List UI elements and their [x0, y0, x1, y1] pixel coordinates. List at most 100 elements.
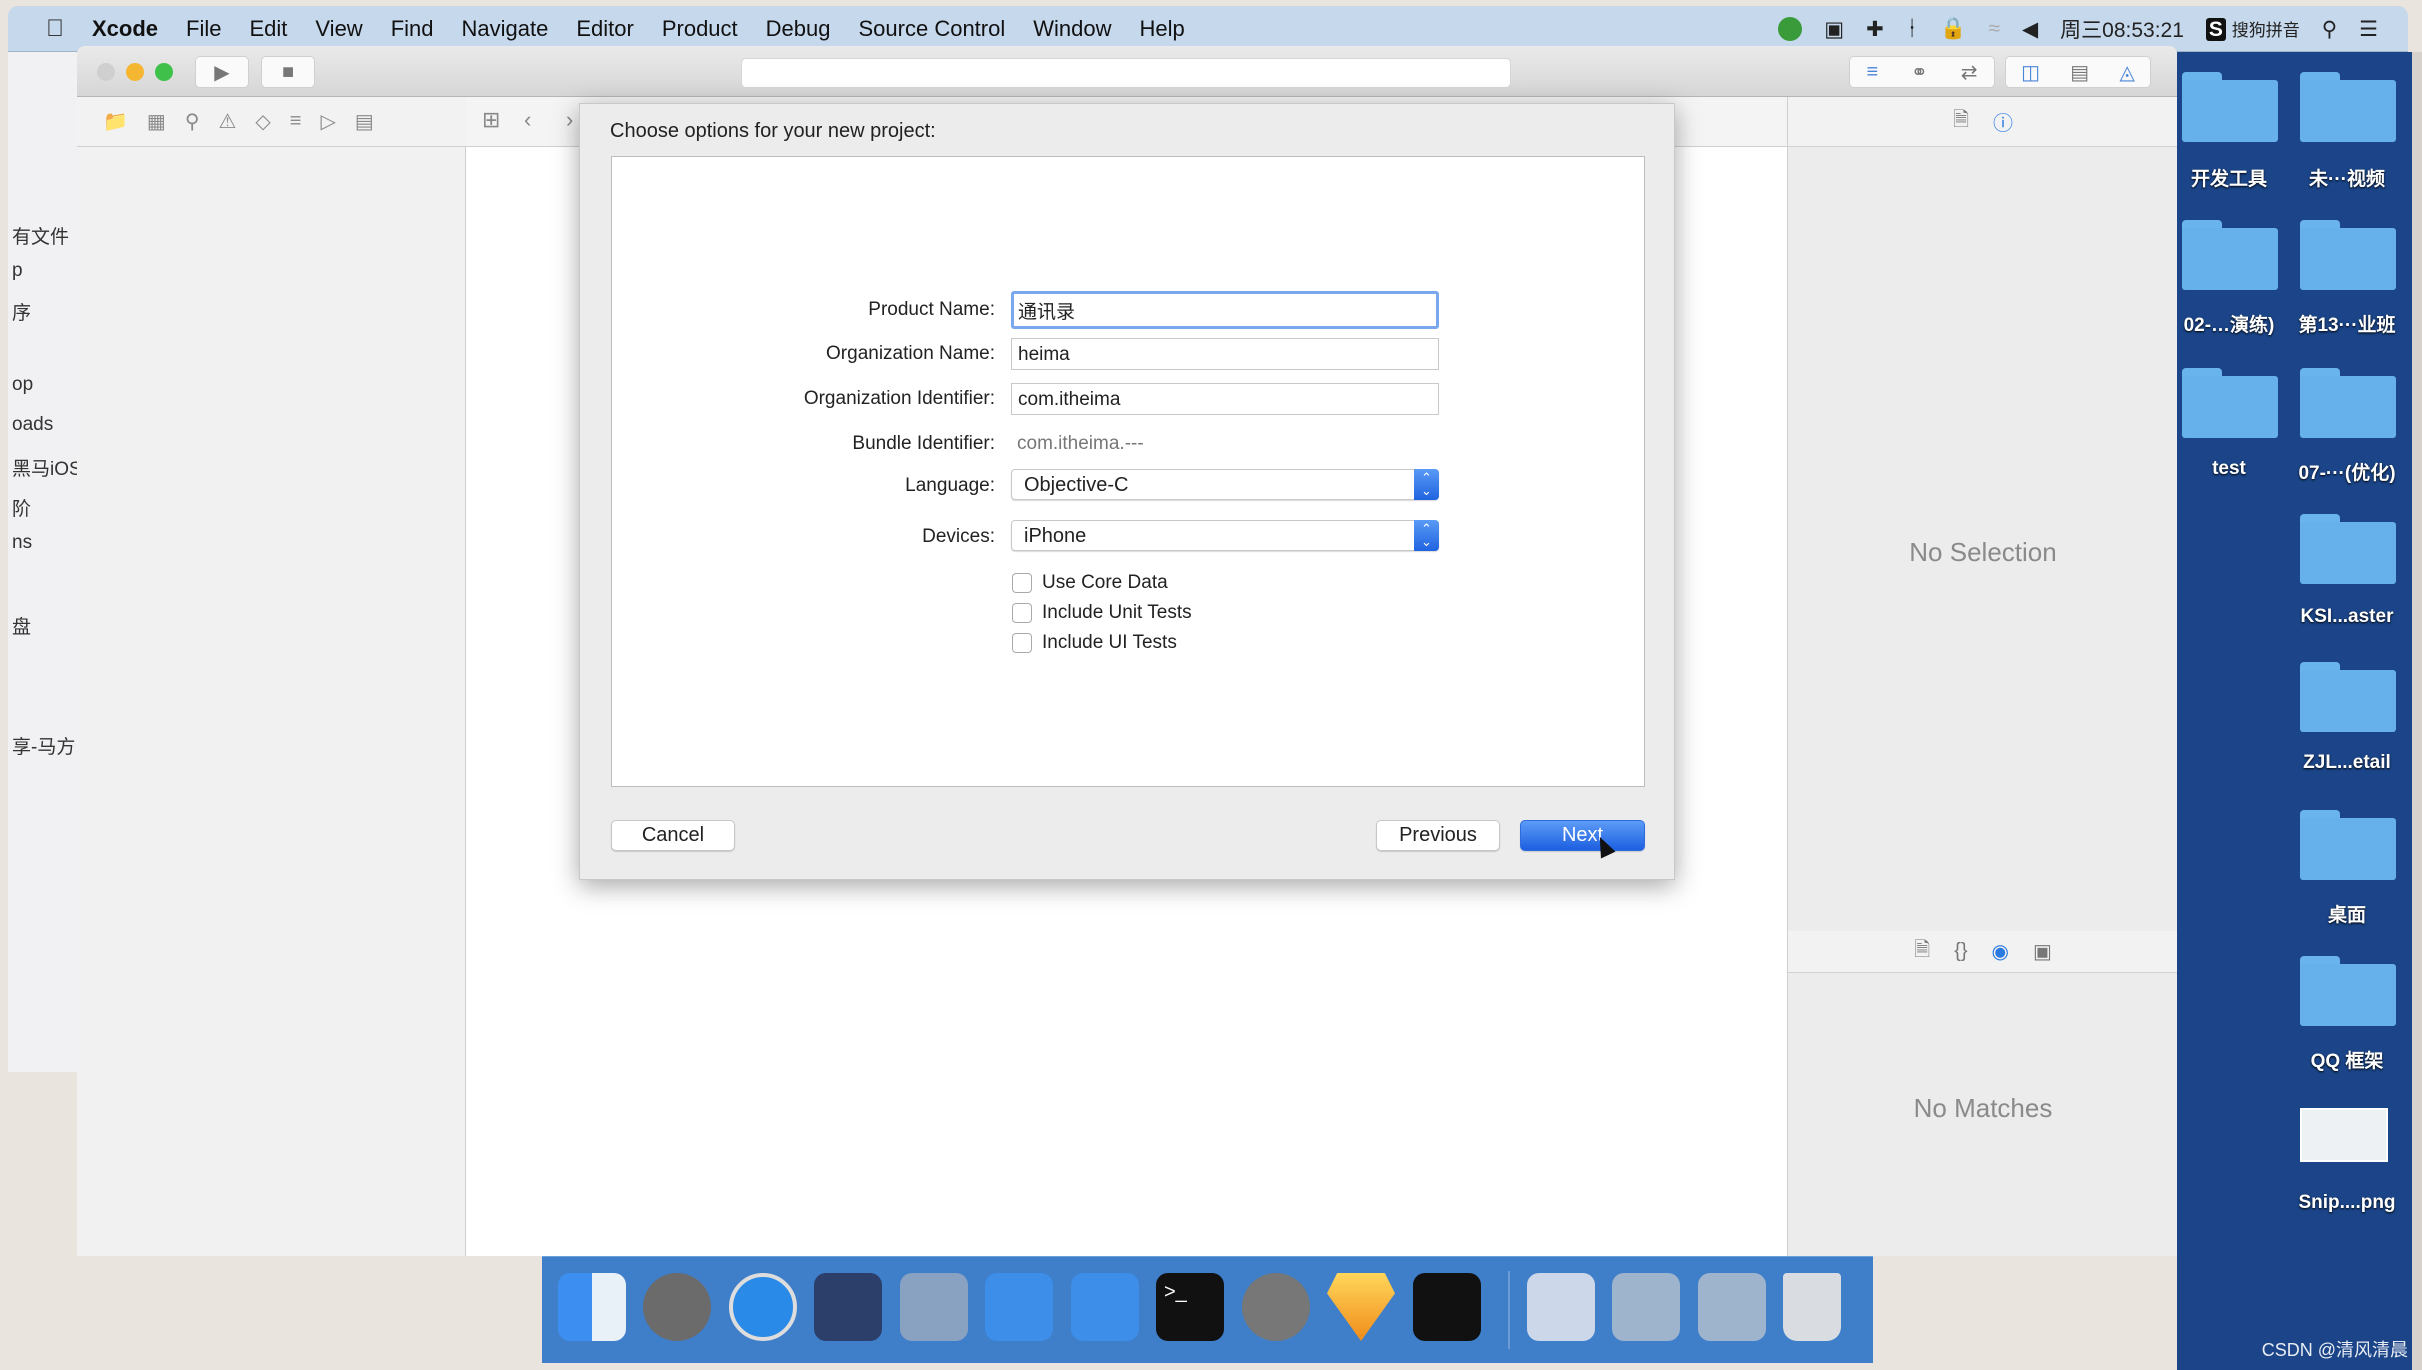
- cancel-button[interactable]: Cancel: [611, 820, 735, 851]
- zoom-button[interactable]: [155, 63, 173, 81]
- clock[interactable]: 周三08:53:21: [2060, 14, 2184, 44]
- screen-sharing-icon[interactable]: [1698, 1273, 1766, 1341]
- apple-menu-icon[interactable]: : [46, 15, 64, 43]
- app-status-icon[interactable]: [1778, 17, 1803, 41]
- project-navigator-icon[interactable]: 📁: [103, 109, 128, 134]
- report-navigator-icon[interactable]: ▤: [355, 109, 374, 134]
- simulator-icon[interactable]: [1071, 1273, 1139, 1341]
- finder-item[interactable]: p: [12, 260, 23, 282]
- include-unit-tests-checkbox[interactable]: Include Unit Tests: [1012, 602, 1192, 624]
- finder-item[interactable]: 享-马方: [12, 732, 75, 759]
- photo-theater-icon[interactable]: [900, 1273, 968, 1341]
- devices-select[interactable]: iPhone ⌃ ⌄: [1011, 520, 1439, 551]
- folder-label[interactable]: 开发工具: [2169, 164, 2289, 191]
- menu-debug[interactable]: Debug: [766, 16, 831, 42]
- folder-label[interactable]: test: [2169, 458, 2289, 480]
- folder-icon[interactable]: [2300, 220, 2396, 290]
- debug-navigator-icon[interactable]: ≡: [290, 110, 302, 133]
- safari-icon[interactable]: [729, 1273, 797, 1341]
- close-button[interactable]: [97, 63, 115, 81]
- minimize-button[interactable]: [126, 63, 144, 81]
- organization-name-input[interactable]: heima: [1011, 338, 1439, 370]
- folder-icon[interactable]: [2300, 368, 2396, 438]
- navigator-toggle-icon[interactable]: ◫: [2021, 60, 2040, 85]
- folder-label[interactable]: 第13···业班: [2287, 310, 2407, 337]
- screen-record-icon[interactable]: ▣: [1824, 17, 1844, 42]
- organization-identifier-input[interactable]: com.itheima: [1011, 383, 1439, 415]
- folder-icon[interactable]: [2182, 72, 2278, 142]
- media-library-icon[interactable]: ▣: [2033, 939, 2052, 964]
- finder-item[interactable]: oads: [12, 414, 53, 436]
- breakpoint-navigator-icon[interactable]: ▷: [320, 109, 335, 134]
- utilities-toggle-icon[interactable]: ◬: [2119, 60, 2134, 85]
- menu-navigate[interactable]: Navigate: [462, 16, 549, 42]
- folder-icon[interactable]: [2300, 810, 2396, 880]
- sketch-icon[interactable]: [1327, 1273, 1395, 1341]
- lock-icon[interactable]: 🔒: [1940, 17, 1966, 41]
- standard-editor-icon[interactable]: ≡: [1866, 61, 1878, 84]
- test-navigator-icon[interactable]: ◇: [255, 109, 270, 134]
- folder-label[interactable]: 02-…演练): [2169, 310, 2289, 337]
- finder-item[interactable]: 黑马iOS: [12, 454, 82, 481]
- folder-label[interactable]: ZJL...etail: [2287, 752, 2407, 774]
- stop-button[interactable]: ■: [261, 56, 315, 88]
- assistant-editor-icon[interactable]: ⚭: [1911, 60, 1928, 85]
- folder-label[interactable]: 07-···(优化): [2287, 458, 2407, 485]
- back-icon[interactable]: ‹: [524, 107, 531, 133]
- language-select[interactable]: Objective-C ⌃ ⌄: [1011, 469, 1439, 500]
- trash-icon[interactable]: [1783, 1273, 1841, 1341]
- next-button[interactable]: Next: [1520, 820, 1645, 851]
- image-file-icon[interactable]: [2300, 1108, 2388, 1162]
- finder-item[interactable]: op: [12, 374, 33, 396]
- menu-source-control[interactable]: Source Control: [859, 16, 1006, 42]
- product-name-input[interactable]: 通讯录: [1011, 291, 1439, 329]
- file-label[interactable]: Snip....png: [2287, 1192, 2407, 1214]
- console-icon[interactable]: [1413, 1273, 1481, 1341]
- system-preferences-icon[interactable]: [1242, 1273, 1310, 1341]
- launchpad-icon[interactable]: [643, 1273, 711, 1341]
- folder-label[interactable]: 未···视频: [2287, 164, 2407, 191]
- menu-editor[interactable]: Editor: [576, 16, 633, 42]
- forward-icon[interactable]: ›: [566, 107, 573, 133]
- xcode-icon[interactable]: [985, 1273, 1053, 1341]
- menu-app[interactable]: Xcode: [92, 16, 158, 42]
- finder-item[interactable]: 序: [12, 298, 31, 325]
- symbol-navigator-icon[interactable]: ▦: [147, 109, 166, 134]
- terminal-icon[interactable]: >_: [1156, 1273, 1224, 1341]
- finder-icon[interactable]: [558, 1273, 626, 1341]
- file-template-library-icon[interactable]: 🗎: [1914, 935, 1930, 969]
- folder-icon[interactable]: [2300, 514, 2396, 584]
- menu-edit[interactable]: Edit: [249, 16, 287, 42]
- previous-button[interactable]: Previous: [1376, 820, 1500, 851]
- file-inspector-icon[interactable]: 🗎: [1953, 105, 1969, 139]
- issue-navigator-icon[interactable]: ⚠: [218, 109, 236, 134]
- wifi-icon[interactable]: ≈: [1988, 17, 2000, 41]
- screen-sharing-icon[interactable]: [1612, 1273, 1680, 1341]
- folder-label[interactable]: 桌面: [2287, 900, 2407, 927]
- related-items-icon[interactable]: ⊞: [482, 107, 500, 133]
- menu-view[interactable]: View: [315, 16, 362, 42]
- debug-area-toggle-icon[interactable]: ▤: [2070, 60, 2089, 85]
- volume-icon[interactable]: ◀: [2022, 17, 2038, 42]
- quicktime-icon[interactable]: [1527, 1273, 1595, 1341]
- finder-item[interactable]: ns: [12, 532, 32, 554]
- folder-icon[interactable]: [2300, 662, 2396, 732]
- quick-help-icon[interactable]: ⓘ: [1993, 107, 2013, 136]
- menu-window[interactable]: Window: [1033, 16, 1111, 42]
- menu-find[interactable]: Find: [391, 16, 434, 42]
- bluetooth-icon[interactable]: ᚽ: [1906, 17, 1919, 41]
- object-library-icon[interactable]: ◉: [1992, 939, 2009, 964]
- finder-item[interactable]: 阶: [12, 494, 31, 521]
- folder-label[interactable]: QQ 框架: [2287, 1046, 2407, 1073]
- use-core-data-checkbox[interactable]: Use Core Data: [1012, 572, 1168, 594]
- airplane-icon[interactable]: ✚: [1866, 17, 1884, 42]
- finder-item[interactable]: 有文件: [12, 222, 69, 249]
- folder-icon[interactable]: [2182, 368, 2278, 438]
- version-editor-icon[interactable]: ⇄: [1961, 60, 1978, 85]
- include-ui-tests-checkbox[interactable]: Include UI Tests: [1012, 632, 1177, 654]
- notification-center-icon[interactable]: ☰: [2359, 17, 2378, 42]
- finder-item[interactable]: 盘: [12, 612, 31, 639]
- folder-icon[interactable]: [2300, 956, 2396, 1026]
- folder-icon[interactable]: [2182, 220, 2278, 290]
- find-navigator-icon[interactable]: ⚲: [185, 109, 200, 134]
